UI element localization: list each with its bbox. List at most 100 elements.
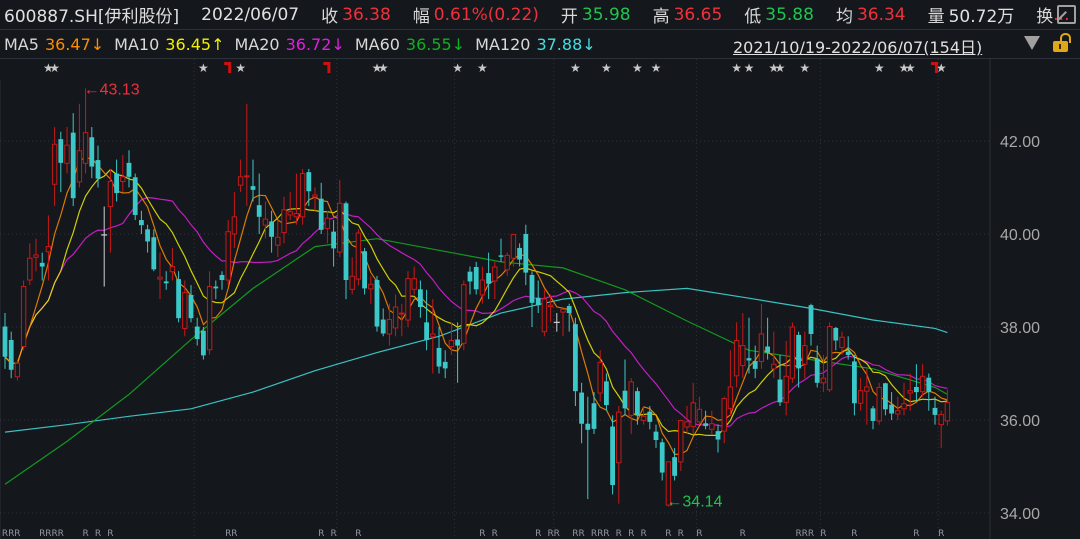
candle (579, 382, 584, 444)
candle-body-up (740, 345, 746, 367)
triangle-down-icon[interactable] (1024, 36, 1040, 50)
ma-label-ma120: MA120 (475, 34, 531, 54)
candle (814, 345, 820, 388)
popout-window-icon[interactable] (1057, 5, 1076, 24)
candle-body-up (820, 377, 827, 384)
candle (318, 182, 324, 234)
ma-value-ma120: 37.88↓ (536, 34, 596, 54)
candle-body-up (386, 319, 393, 335)
candle (114, 159, 119, 202)
candle-body-up (45, 246, 52, 253)
candle-body-down (306, 172, 312, 192)
candle-body-up (510, 233, 517, 259)
candle-body-up (895, 410, 901, 415)
stock-symbol: 600887.SH[伊利股份] (4, 7, 180, 27)
candle-body-down (39, 262, 45, 267)
candle-body-up (616, 411, 622, 464)
y-tick-label: 40.00 (1000, 227, 1040, 244)
candle (231, 192, 238, 248)
candle-body-down (95, 160, 101, 179)
candle-body-down (573, 324, 578, 392)
candle-body-down (467, 271, 473, 282)
candle (20, 280, 27, 351)
candle-body-down (610, 426, 615, 486)
candle-body-down (114, 173, 119, 194)
candle-body-down (424, 322, 429, 341)
bottom-marker: R (603, 529, 609, 539)
open-value: 35.98 (581, 4, 631, 25)
candle (424, 289, 429, 351)
candle (219, 271, 225, 290)
candle-body-down (2, 326, 8, 357)
candle-body-down (256, 205, 262, 217)
y-tick-label: 38.00 (1000, 320, 1040, 337)
candle (498, 238, 504, 262)
candle-body-down (8, 340, 14, 370)
bottom-marker: R (58, 529, 64, 539)
candle-body-up (411, 278, 417, 290)
candle-body-down (486, 273, 491, 284)
candle-body-up (448, 339, 455, 348)
candle (368, 275, 374, 304)
unlocked-padlock-icon[interactable] (1053, 33, 1071, 52)
high-value: 36.65 (673, 4, 723, 25)
star-marker: ★ (49, 61, 60, 75)
candle-body-down (176, 279, 181, 319)
candle-body-down (151, 237, 157, 270)
candle-body-up (337, 202, 343, 253)
close-value: 36.38 (342, 4, 391, 25)
candle-body-up (399, 312, 405, 315)
candle (225, 220, 231, 286)
candle (492, 261, 498, 300)
candle (374, 275, 380, 332)
candle (635, 387, 640, 425)
candle-body-down (201, 330, 206, 356)
candle (58, 131, 64, 193)
candle (337, 180, 343, 258)
candle (2, 313, 8, 369)
candle-body-up (206, 286, 213, 351)
candle-body-up (368, 283, 374, 290)
date-range-selector[interactable]: 2021/10/19-2022/06/07(154日) (733, 34, 982, 58)
ma-label-ma10: MA10 (114, 34, 160, 54)
candle-body-up (944, 401, 951, 422)
candle-body-down (914, 386, 919, 393)
candle-body-up (492, 266, 498, 282)
bottom-marker: R (535, 529, 541, 539)
candles (2, 88, 951, 507)
candle-body-down (870, 408, 876, 421)
candle-body-up (430, 333, 436, 338)
candle (628, 378, 634, 434)
candle-body-down (331, 231, 336, 249)
candle-body-down (194, 326, 200, 340)
bottom-marker: R (82, 529, 88, 539)
event-markers: ★★ ★ ★ ★★ ★ ★ ★ ★ ★ ★ ★ ★ ★★ ★ ★ ★★ ★R R R R R R R R R R R R R R R R R R R… (2, 61, 947, 539)
candle-body-up (789, 326, 796, 379)
candle-body-up (541, 298, 548, 333)
star-marker: ★ (570, 61, 581, 75)
candle-body-down (418, 289, 423, 308)
candle (696, 396, 703, 425)
candle-body-up (690, 402, 696, 428)
candle-body-down (498, 255, 504, 257)
candle-body-up (157, 276, 163, 280)
candle-body-down (659, 442, 665, 473)
candle (188, 285, 194, 323)
candle (944, 389, 951, 426)
candlestick-chart[interactable]: ★★ ★ ★ ★★ ★ ★ ★ ★ ★ ★ ★ ★ ★★ ★ ★ ★★ ★R R R R R R R R R R R R R R R R R R R… (0, 0, 1080, 539)
low-label: 低 (744, 7, 762, 27)
candle-body-down (473, 267, 479, 290)
star-marker: ★ (198, 61, 209, 75)
candle-body-down (703, 423, 708, 427)
candle-body-down (635, 391, 640, 416)
star-marker: ★ (731, 61, 742, 75)
candle (163, 271, 169, 290)
candle-body-up (504, 254, 510, 271)
candle (919, 364, 926, 397)
bottom-marker: R (479, 529, 485, 539)
candle-body-down (752, 360, 758, 369)
ma10-line (4, 168, 948, 436)
candle (889, 392, 894, 420)
candle (442, 350, 448, 379)
candle (139, 210, 144, 234)
